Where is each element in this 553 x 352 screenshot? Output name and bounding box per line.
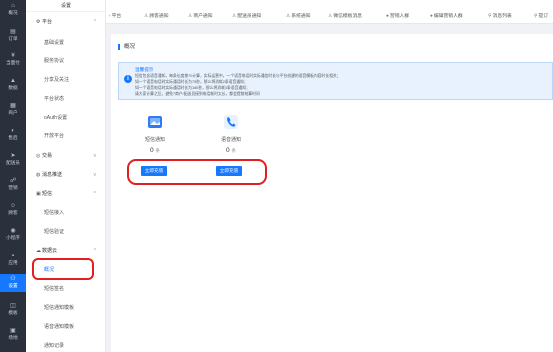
settings-sidebar: 设置 ⚙ 平台 ^ 基础设置 服务协议 分享及关注 平台状态 oAuth设置 开放…	[26, 0, 106, 352]
chevron-left-icon: ‹	[109, 14, 111, 19]
chevron-up-icon: ^	[93, 248, 96, 254]
stat-voice: 语音通知 0 条	[206, 114, 256, 154]
sidebar-item-sms-signature[interactable]: 短信签名	[26, 283, 106, 295]
sidebar-group-data-cloud[interactable]: ☁数据云 ^	[26, 245, 106, 257]
sidebar-item-oauth[interactable]: oAuth设置	[26, 112, 106, 124]
tab-more[interactable]: ⚲提订	[534, 12, 548, 22]
merchant-icon: ▦	[10, 103, 16, 109]
sidebar-item-open-platform[interactable]: 开放平台	[26, 130, 106, 142]
sidebar-title: 设置	[26, 0, 106, 12]
sidebar-group-trade[interactable]: ◎ 交易 v	[26, 150, 106, 162]
data-icon: ▲	[10, 78, 16, 84]
tab-edit-marketing-crowd[interactable]: ●编辑营销人群	[430, 12, 463, 22]
rail-item-overview[interactable]: ⌂ 概况	[0, 3, 26, 17]
highlight-overview	[32, 258, 94, 280]
stat-label: 短信通知	[144, 137, 165, 143]
tab-wechat-template[interactable]: ♙微信模板消息	[328, 12, 362, 22]
sidebar-item-platform-status[interactable]: 平台状态	[26, 93, 106, 105]
rail-item-data[interactable]: ▲ 数据	[0, 78, 26, 92]
sidebar-item-voice-template[interactable]: 语音通知模板	[26, 321, 106, 333]
sidebar-item-notice-log[interactable]: 通知记录	[26, 340, 106, 352]
rail-item-order[interactable]: ▤ 订单	[0, 29, 26, 43]
payment-icon: ¥	[11, 53, 15, 59]
rail-item-miniapp[interactable]: ◉ 小程序	[0, 228, 26, 242]
notice-line: 如一个语音电话时实际通话时长为180秒，那么将消耗3条语音通知；	[135, 86, 250, 90]
sidebar-group-sms[interactable]: ▣短信 ^	[26, 188, 106, 200]
order-icon: ▤	[10, 29, 16, 35]
user-icon: ♙	[144, 14, 149, 19]
chevron-up-icon: ^	[93, 19, 96, 25]
tab-rider-notice[interactable]: ♙配送员通知	[232, 12, 261, 22]
tab-merchant-notice[interactable]: ♙商户通知	[188, 12, 213, 22]
sidebar-group-message[interactable]: ◍ 消息推送 v	[26, 169, 106, 181]
rail-item-delivery[interactable]: ➤ 配送员	[0, 153, 26, 167]
overview-icon: ⌂	[11, 3, 15, 9]
top-tabs: ‹平台 ♙顾客通知 ♙商户通知 ♙配送员通知 ♙系统通知 ♙微信模板消息 ●营销…	[106, 0, 553, 24]
stat-label: 语音通知	[220, 137, 241, 143]
rail-item-promo[interactable]: ☍ 营销	[0, 178, 26, 192]
chevron-up-icon: ^	[93, 191, 96, 197]
user-icon: ♙	[328, 14, 333, 19]
dot-icon: ⚲	[488, 14, 492, 19]
miniapp-icon: ◉	[10, 228, 16, 234]
tab-customer-notice[interactable]: ♙顾客通知	[144, 12, 169, 22]
rail-item-aftersale[interactable]: ◐ 售后	[0, 128, 26, 142]
sidebar-item-sms-access[interactable]: 短信接入	[26, 207, 106, 219]
delivery-icon: ➤	[10, 153, 16, 159]
sidebar-item-basic-settings[interactable]: 基础设置	[26, 37, 106, 49]
customer-icon: ☺	[9, 203, 17, 209]
user-icon: ♙	[232, 14, 237, 19]
sms-image-icon	[147, 114, 163, 130]
rail-item-merchant[interactable]: ▦ 商户	[0, 103, 26, 117]
page-title: 概况	[118, 44, 135, 50]
rail-item-payment[interactable]: ¥ 当面付	[0, 53, 26, 67]
sidebar-group-platform[interactable]: ⚙ 平台 ^	[26, 16, 106, 28]
rail-item-settings[interactable]: ⚇ 设置	[0, 274, 26, 292]
sidebar-item-sms-verify[interactable]: 短信验证	[26, 226, 106, 238]
stat-value: 0 条	[150, 147, 160, 154]
promo-icon: ☍	[9, 178, 17, 184]
stat-value: 0 条	[226, 147, 236, 154]
rail-item-template[interactable]: ◫ 模板	[0, 303, 26, 317]
tab-system-notice[interactable]: ♙系统通知	[286, 12, 311, 22]
sidebar-item-sms-template[interactable]: 短信通知模板	[26, 302, 106, 314]
phone-icon	[223, 114, 239, 130]
tab-platform[interactable]: ‹平台	[109, 12, 121, 22]
ticket-icon: ◐	[11, 128, 15, 134]
user-icon: ♙	[286, 14, 291, 19]
notice-line: 如一个语音电话时实际通话时长为75秒，那么将消耗2条语音通知；	[135, 80, 248, 84]
tab-message-list[interactable]: ⚲消息列表	[488, 12, 512, 22]
tab-marketing-crowd[interactable]: ●营销人群	[386, 12, 409, 22]
sidebar-item-share-follow[interactable]: 分享及关注	[26, 74, 106, 86]
chevron-down-icon: v	[93, 172, 97, 178]
notice-line: 短信包含语音通知，每条长度按70计算，实际运营中，一个语音电话时实际通信时长与平…	[135, 74, 341, 78]
rail-item-apps[interactable]: ▪ 应用	[0, 253, 26, 267]
chevron-down-icon: v	[93, 153, 97, 159]
info-icon: i	[124, 75, 132, 83]
venue-icon: ▣	[10, 328, 16, 334]
template-icon: ◫	[10, 303, 16, 309]
notice-title: 温馨提示	[135, 67, 154, 72]
dot-icon: ●	[386, 14, 389, 19]
sidebar-item-service-agreement[interactable]: 服务协议	[26, 55, 106, 67]
dot-icon: ●	[430, 14, 433, 19]
dot-icon: ⚲	[534, 14, 538, 19]
highlight-recharge	[127, 159, 267, 185]
user-icon: ♙	[188, 14, 193, 19]
notice-panel: i 温馨提示 短信包含语音通知，每条长度按70计算，实际运营中，一个语音电话时实…	[118, 62, 553, 100]
rail-item-customer[interactable]: ☺ 顾客	[0, 203, 26, 217]
apps-icon: ▪	[11, 253, 15, 259]
settings-icon: ⚇	[10, 276, 16, 282]
left-rail: ⌂ 概况 ▤ 订单 ¥ 当面付 ▲ 数据 ▦ 商户 ◐ 售后 ➤ 配送员 ☍ 营销 ☺ 顾客 ◉ 小…	[0, 0, 26, 352]
notice-line: 请大家计算之后，避免7商户/配送员接到电话耗时太长，都会提前结算时间	[135, 92, 260, 96]
rail-item-venue[interactable]: ▣ 场地	[0, 328, 26, 342]
stat-sms: 短信通知 0 条	[130, 114, 180, 154]
main-content: 概况 i 温馨提示 短信包含语音通知，每条长度按70计算，实际运营中，一个语音电…	[111, 34, 553, 352]
